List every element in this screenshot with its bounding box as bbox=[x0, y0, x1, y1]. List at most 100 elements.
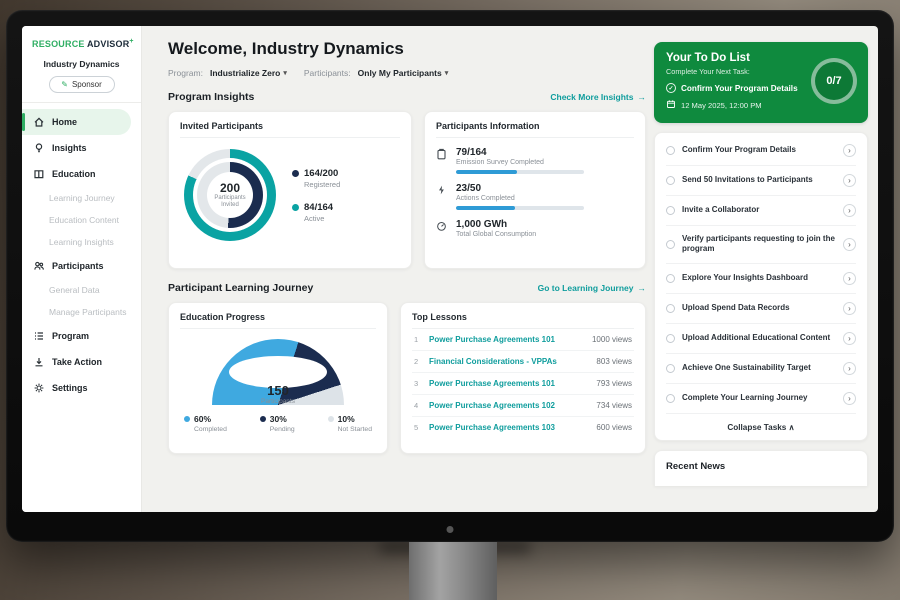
chevron-right-icon[interactable]: › bbox=[843, 332, 856, 345]
sidebar-item-label: Learning Journey bbox=[49, 193, 115, 203]
legend-item: 84/164 Active bbox=[292, 202, 340, 223]
sidebar-item-label: Education bbox=[52, 169, 96, 179]
task-checkbox[interactable] bbox=[666, 364, 675, 373]
sidebar-item-label: Take Action bbox=[52, 357, 102, 367]
task-checkbox[interactable] bbox=[666, 394, 675, 403]
stat-row: 1,000 GWh Total Global Consumption bbox=[436, 219, 634, 238]
check-more-insights-link[interactable]: Check More Insights → bbox=[550, 92, 646, 102]
stat-row: 23/50 Actions Completed bbox=[436, 183, 634, 210]
recent-news-title: Recent News bbox=[666, 461, 725, 472]
task-row[interactable]: Complete Your Learning Journey › bbox=[666, 384, 856, 414]
task-checkbox[interactable] bbox=[666, 274, 675, 283]
lesson-row: 1 Power Purchase Agreements 101 1000 vie… bbox=[412, 329, 634, 351]
sidebar-item-education-content[interactable]: Education Content bbox=[22, 209, 141, 231]
brand-plus: + bbox=[129, 38, 133, 45]
lesson-link[interactable]: Power Purchase Agreements 101 bbox=[429, 379, 589, 388]
sidebar-item-home[interactable]: Home bbox=[22, 109, 131, 135]
participants-select[interactable]: Only My Participants ▾ bbox=[358, 68, 449, 78]
task-row[interactable]: Upload Additional Educational Content › bbox=[666, 324, 856, 354]
stat-label: Emission Survey Completed bbox=[456, 159, 584, 166]
card-title: Top Lessons bbox=[412, 312, 634, 329]
learning-journey-header: Participant Learning Journey Go to Learn… bbox=[168, 282, 646, 294]
sidebar-item-participants[interactable]: Participants bbox=[22, 253, 141, 279]
chevron-up-icon: ∧ bbox=[789, 423, 795, 432]
invited-donut-chart: 200 Participants Invited bbox=[184, 149, 276, 241]
gauge-center-value: 150 bbox=[212, 383, 344, 398]
task-row[interactable]: Send 50 Invitations to Participants › bbox=[666, 166, 856, 196]
program-select[interactable]: Industrialize Zero ▾ bbox=[210, 68, 287, 78]
stat-value: 23/50 bbox=[456, 183, 584, 194]
task-checkbox[interactable] bbox=[666, 176, 675, 185]
go-to-learning-journey-link[interactable]: Go to Learning Journey → bbox=[538, 283, 646, 293]
lesson-row: 4 Power Purchase Agreements 102 734 view… bbox=[412, 395, 634, 417]
task-row[interactable]: Verify participants requesting to join t… bbox=[666, 226, 856, 264]
sidebar-item-manage-participants[interactable]: Manage Participants bbox=[22, 301, 141, 323]
stat-progress bbox=[456, 206, 584, 210]
task-label: Confirm Your Program Details bbox=[682, 145, 836, 155]
legend-label: Not Started bbox=[338, 426, 372, 433]
gauge-center-label: Participants bbox=[212, 398, 344, 405]
todo-next-task-label: Confirm Your Program Details bbox=[681, 84, 798, 93]
collapse-label: Collapse Tasks bbox=[727, 423, 786, 432]
task-checkbox[interactable] bbox=[666, 240, 675, 249]
task-row[interactable]: Explore Your Insights Dashboard › bbox=[666, 264, 856, 294]
invited-legend-dot bbox=[292, 204, 299, 211]
home-icon bbox=[32, 116, 45, 128]
sidebar-item-general-data[interactable]: General Data bbox=[22, 279, 141, 301]
sidebar-item-education[interactable]: Education bbox=[22, 161, 141, 187]
sidebar-item-label: General Data bbox=[49, 285, 100, 295]
lesson-link[interactable]: Financial Considerations - VPPAs bbox=[429, 357, 589, 366]
chevron-down-icon: ▾ bbox=[283, 69, 287, 77]
chevron-right-icon[interactable]: › bbox=[843, 272, 856, 285]
collapse-tasks-button[interactable]: Collapse Tasks ∧ bbox=[666, 414, 856, 438]
task-checkbox[interactable] bbox=[666, 304, 675, 313]
stat-label: Actions Completed bbox=[456, 195, 584, 202]
todo-due-text: 12 May 2025, 12:00 PM bbox=[681, 101, 762, 110]
monitor-logo bbox=[447, 526, 454, 533]
lesson-rank: 3 bbox=[414, 379, 422, 388]
chevron-right-icon[interactable]: › bbox=[843, 392, 856, 405]
app-logo: RESOURCE ADVISOR+ bbox=[22, 26, 141, 51]
sidebar-item-label: Insights bbox=[52, 143, 87, 153]
sponsor-badge[interactable]: ✎ Sponsor bbox=[49, 76, 115, 93]
chevron-right-icon[interactable]: › bbox=[843, 174, 856, 187]
chevron-right-icon[interactable]: › bbox=[843, 362, 856, 375]
chevron-right-icon[interactable]: › bbox=[843, 204, 856, 217]
insights-icon bbox=[32, 142, 45, 154]
task-row[interactable]: Upload Spend Data Records › bbox=[666, 294, 856, 324]
lesson-link[interactable]: Power Purchase Agreements 102 bbox=[429, 401, 589, 410]
lightning-icon bbox=[436, 183, 448, 210]
task-checkbox[interactable] bbox=[666, 206, 675, 215]
sidebar: RESOURCE ADVISOR+ Industry Dynamics ✎ Sp… bbox=[22, 26, 142, 512]
todo-task-list: Confirm Your Program Details › Send 50 I… bbox=[654, 132, 868, 441]
participants-select-value: Only My Participants bbox=[358, 68, 442, 78]
donut-center-value: 200 bbox=[220, 181, 240, 195]
brand-secondary: ADVISOR bbox=[87, 39, 129, 49]
sidebar-item-learning-insights[interactable]: Learning Insights bbox=[22, 231, 141, 253]
legend-label: Registered bbox=[304, 180, 340, 189]
sidebar-item-take-action[interactable]: Take Action bbox=[22, 349, 141, 375]
lesson-link[interactable]: Power Purchase Agreements 103 bbox=[429, 423, 589, 432]
sidebar-item-learning-journey[interactable]: Learning Journey bbox=[22, 187, 141, 209]
chevron-right-icon[interactable]: › bbox=[843, 144, 856, 157]
invited-legend: 164/200 Registered 84/164 Active bbox=[292, 168, 340, 223]
lesson-link[interactable]: Power Purchase Agreements 101 bbox=[429, 335, 585, 344]
lesson-views: 734 views bbox=[596, 401, 632, 410]
sidebar-item-program[interactable]: Program bbox=[22, 323, 141, 349]
task-checkbox[interactable] bbox=[666, 146, 675, 155]
task-row[interactable]: Confirm Your Program Details › bbox=[666, 136, 856, 166]
sidebar-item-label: Home bbox=[52, 117, 77, 127]
legend-item: 10% Not Started bbox=[328, 414, 372, 433]
sidebar-item-insights[interactable]: Insights bbox=[22, 135, 141, 161]
chevron-right-icon[interactable]: › bbox=[843, 238, 856, 251]
task-row[interactable]: Invite a Collaborator › bbox=[666, 196, 856, 226]
task-row[interactable]: Achieve One Sustainability Target › bbox=[666, 354, 856, 384]
sidebar-item-label: Education Content bbox=[49, 215, 119, 225]
program-select-value: Industrialize Zero bbox=[210, 68, 280, 78]
chevron-right-icon[interactable]: › bbox=[843, 302, 856, 315]
stat-progress bbox=[456, 170, 584, 174]
sidebar-item-settings[interactable]: Settings bbox=[22, 375, 141, 401]
check-circle-icon: ✓ bbox=[666, 83, 676, 93]
task-checkbox[interactable] bbox=[666, 334, 675, 343]
stat-value: 1,000 GWh bbox=[456, 219, 536, 230]
